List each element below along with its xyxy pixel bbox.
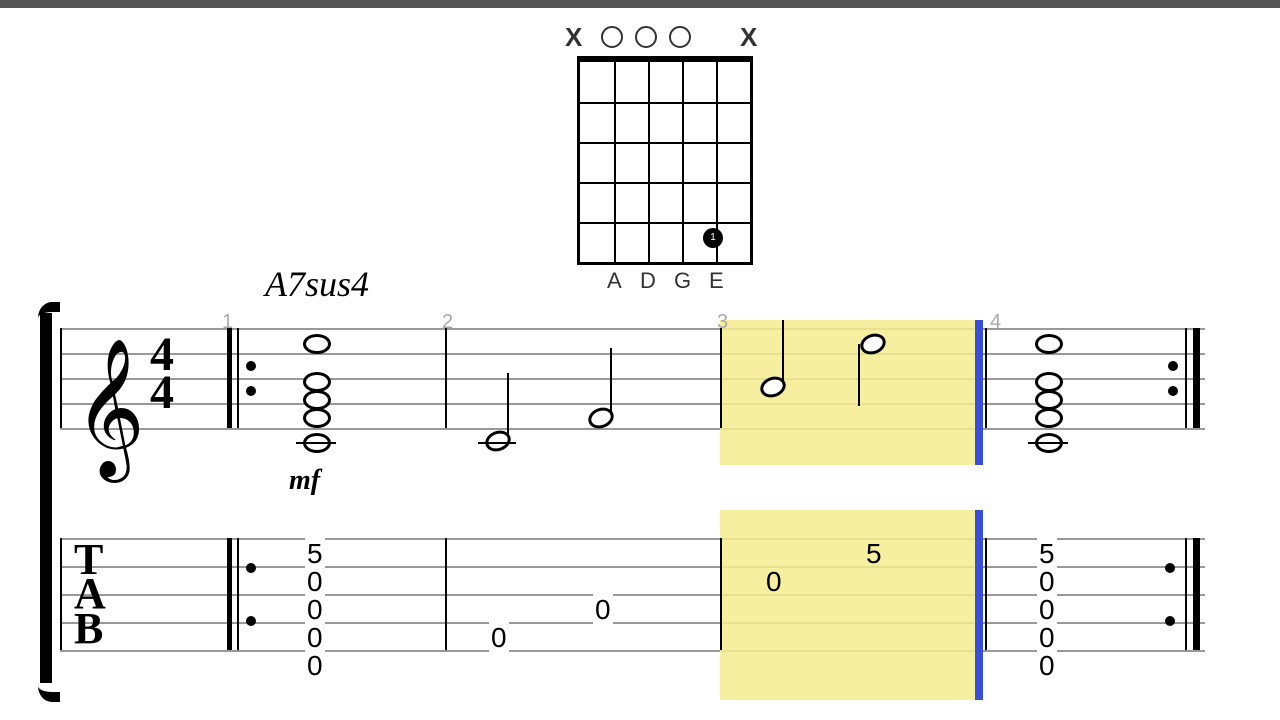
chord-string-label: G bbox=[674, 268, 691, 294]
notehead[interactable] bbox=[1035, 334, 1063, 354]
chord-marker-open-5 bbox=[601, 26, 623, 48]
chord-string-label: E bbox=[709, 268, 724, 294]
tab-clef: T A B bbox=[74, 543, 104, 646]
tab-fret[interactable]: 0 bbox=[766, 566, 782, 598]
score-canvas[interactable]: X X 1 A D G E A7sus4 𝄞 4 4 1 2 3 4 bbox=[0, 8, 1280, 720]
time-sig-den: 4 bbox=[150, 374, 174, 412]
repeat-end-thin bbox=[1185, 328, 1187, 428]
chord-string-label: D bbox=[640, 268, 656, 294]
ledger-line bbox=[296, 442, 336, 444]
playback-highlight-staff bbox=[720, 320, 980, 465]
notehead[interactable] bbox=[303, 390, 331, 410]
repeat-dot bbox=[246, 563, 256, 573]
bar-number: 4 bbox=[990, 311, 1001, 334]
barline bbox=[60, 538, 62, 650]
repeat-dot bbox=[246, 361, 256, 371]
tab-fret[interactable]: 0 bbox=[1037, 650, 1057, 682]
playback-cursor-tab bbox=[975, 510, 983, 700]
stem bbox=[782, 320, 784, 382]
app-titlebar bbox=[0, 0, 1280, 8]
tab-fret[interactable]: 0 bbox=[593, 594, 613, 626]
repeat-end-thick bbox=[1193, 538, 1200, 650]
repeat-start-thick bbox=[227, 328, 232, 428]
repeat-dot bbox=[1165, 563, 1175, 573]
tab-letter: B bbox=[74, 612, 104, 646]
chord-diagram bbox=[577, 56, 753, 265]
repeat-dot bbox=[246, 386, 256, 396]
repeat-start-thin bbox=[237, 538, 239, 650]
tab-fret[interactable]: 5 bbox=[866, 538, 882, 570]
tab-fret[interactable]: 0 bbox=[305, 650, 325, 682]
barline bbox=[445, 538, 447, 650]
repeat-dot bbox=[1165, 616, 1175, 626]
notehead[interactable] bbox=[1035, 372, 1063, 392]
barline bbox=[985, 328, 987, 428]
barline bbox=[445, 328, 447, 428]
chord-name: A7sus4 bbox=[265, 263, 369, 305]
repeat-dot bbox=[1168, 361, 1178, 371]
barline bbox=[985, 538, 987, 650]
notehead[interactable] bbox=[303, 372, 331, 392]
notehead[interactable] bbox=[303, 408, 331, 428]
tab-fret[interactable]: 0 bbox=[489, 622, 509, 654]
stem bbox=[610, 348, 612, 412]
bracket-tip-top bbox=[38, 302, 60, 328]
bar-number: 2 bbox=[442, 311, 453, 334]
bar-number: 3 bbox=[717, 311, 728, 334]
stem bbox=[507, 373, 509, 435]
barline bbox=[60, 328, 62, 428]
system-bracket bbox=[40, 313, 52, 683]
notehead[interactable] bbox=[1035, 408, 1063, 428]
repeat-start-thin bbox=[237, 328, 239, 428]
notehead[interactable] bbox=[303, 334, 331, 354]
playback-cursor-staff bbox=[975, 320, 983, 465]
notehead[interactable] bbox=[1035, 390, 1063, 410]
ledger-line bbox=[478, 442, 516, 444]
ledger-line bbox=[1028, 442, 1068, 444]
bracket-tip-bot bbox=[38, 676, 60, 702]
stem bbox=[858, 344, 860, 406]
chord-marker-mute-1: X bbox=[740, 24, 757, 50]
repeat-end-thick bbox=[1193, 328, 1200, 428]
playback-highlight-tab bbox=[720, 510, 980, 700]
chord-marker-mute-6: X bbox=[565, 24, 582, 50]
barline bbox=[720, 538, 722, 650]
repeat-dot bbox=[1168, 386, 1178, 396]
barline bbox=[720, 328, 722, 428]
time-signature: 4 4 bbox=[150, 336, 174, 413]
bar-number: 1 bbox=[222, 311, 233, 334]
chord-string-label: A bbox=[607, 268, 622, 294]
repeat-start-thick bbox=[227, 538, 232, 650]
chord-marker-open-4 bbox=[635, 26, 657, 48]
chord-marker-open-3 bbox=[669, 26, 691, 48]
dynamic-mark: mf bbox=[289, 465, 320, 497]
repeat-end-thin bbox=[1185, 538, 1187, 650]
repeat-dot bbox=[246, 616, 256, 626]
chord-finger-dot: 1 bbox=[703, 228, 723, 248]
